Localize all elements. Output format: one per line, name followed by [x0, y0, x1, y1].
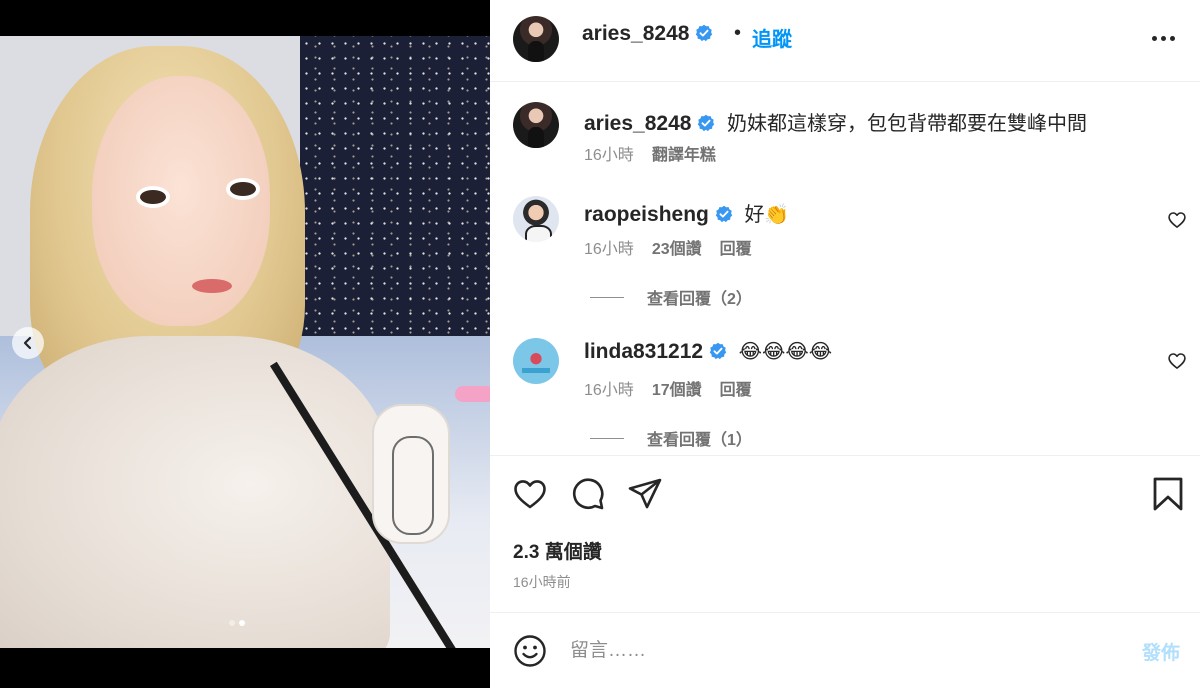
avatar[interactable] [513, 102, 559, 148]
carousel-dot [229, 620, 235, 626]
comment-time: 16小時 [584, 382, 634, 399]
comment-icon[interactable] [570, 476, 606, 512]
caption-meta: 16小時 翻譯年糕 [584, 141, 716, 165]
comments-list[interactable]: aries_8248 奶妹都這樣穿，包包背帶都要在雙峰中間 16小時 翻譯年糕 r… [490, 83, 1200, 454]
comment-heart-icon[interactable] [1167, 210, 1187, 230]
comment-meta: 16小時 17個讚 回覆 [584, 376, 752, 400]
avatar[interactable] [513, 196, 559, 242]
post-actions: 2.3 萬個讚 16小時前 [490, 455, 1200, 613]
photo-pillow [455, 386, 490, 402]
view-replies-button[interactable]: 查看回覆（2） [590, 285, 752, 309]
post-photo[interactable] [0, 36, 490, 648]
comment-time: 16小時 [584, 241, 634, 258]
carousel-indicator [229, 620, 245, 626]
comment-text: 好👏 [744, 204, 790, 226]
view-replies-button[interactable]: 查看回覆（1） [590, 426, 752, 450]
translate-button[interactable]: 翻譯年糕 [652, 147, 716, 164]
verified-badge-icon [709, 342, 727, 360]
post-comment-button[interactable]: 發佈 [1142, 638, 1180, 665]
comment-text-row: raopeisheng 好👏 [584, 198, 789, 227]
caption-text-row: aries_8248 奶妹都這樣穿，包包背帶都要在雙峰中間 [584, 107, 1087, 136]
reply-divider-line [590, 296, 624, 298]
post-media [0, 0, 490, 688]
caption-text: 奶妹都這樣穿，包包背帶都要在雙峰中間 [727, 113, 1088, 135]
photo-eye-right [226, 178, 260, 200]
bookmark-icon[interactable] [1150, 476, 1186, 512]
comment-username[interactable]: raopeisheng [584, 203, 709, 226]
comment-input[interactable] [570, 636, 1110, 666]
more-options-icon[interactable] [1152, 28, 1178, 48]
avatar[interactable] [513, 16, 559, 62]
comment-likes[interactable]: 23個讚 [652, 241, 702, 258]
follow-button[interactable]: 追蹤 [752, 23, 792, 52]
comment-meta: 16小時 23個讚 回覆 [584, 235, 752, 259]
verified-badge-icon [715, 205, 733, 223]
avatar[interactable] [513, 338, 559, 384]
photo-eye-left [136, 186, 170, 208]
view-replies-label: 查看回覆（2） [647, 291, 752, 308]
heart-icon[interactable] [512, 476, 548, 512]
carousel-dot-active [239, 620, 245, 626]
comment-username[interactable]: linda831212 [584, 340, 703, 363]
comment-likes[interactable]: 17個讚 [652, 382, 702, 399]
comment-composer: 發佈 [490, 614, 1200, 688]
caption-username[interactable]: aries_8248 [584, 112, 691, 135]
verified-badge-icon [696, 24, 713, 42]
reply-button[interactable]: 回覆 [720, 382, 752, 399]
photo-lips [192, 279, 232, 293]
photo-shirt [0, 336, 390, 648]
post-author: aries_8248 [582, 22, 713, 46]
view-replies-label: 查看回覆（1） [647, 432, 752, 449]
likes-count[interactable]: 2.3 萬個讚 [513, 537, 602, 564]
author-username[interactable]: aries_8248 [582, 22, 689, 45]
comment-text: 😂😂😂😂 [738, 341, 833, 363]
verified-badge-icon [698, 114, 715, 132]
post-header: aries_8248 • 追蹤 [490, 0, 1200, 82]
emoji-icon[interactable] [513, 634, 547, 668]
caption-time: 16小時 [584, 147, 634, 164]
comment-text-row: linda831212 😂😂😂😂 [584, 339, 832, 364]
reply-button[interactable]: 回覆 [720, 241, 752, 258]
reply-divider-line [590, 437, 624, 439]
share-icon[interactable] [627, 476, 663, 512]
photo-face [92, 76, 270, 326]
header-separator: • [734, 22, 742, 44]
post-timestamp: 16小時前 [513, 574, 571, 590]
chevron-left-icon [23, 336, 32, 350]
comment-heart-icon[interactable] [1167, 351, 1187, 371]
carousel-prev-button[interactable] [12, 327, 44, 359]
post-panel: aries_8248 • 追蹤 aries_8248 奶妹都這樣穿，包包背帶都要… [490, 0, 1200, 688]
photo-plush-toy [372, 404, 450, 544]
